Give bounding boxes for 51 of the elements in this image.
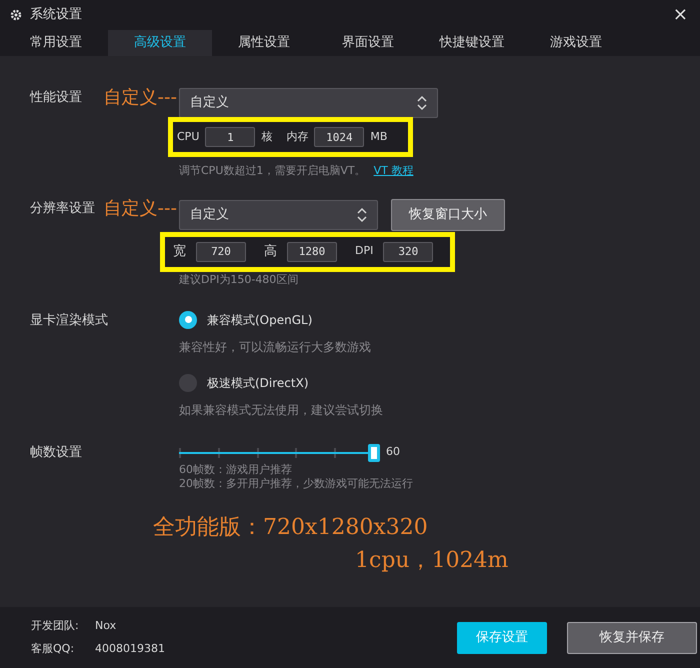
option-description: 兼容性好，可以流畅运行大多数游戏 bbox=[179, 338, 372, 356]
radio-option[interactable]: 兼容模式(OpenGL) bbox=[179, 310, 383, 328]
radio-option[interactable]: 极速模式(DirectX) bbox=[179, 374, 383, 392]
dropdown-select[interactable]: 自定义 bbox=[179, 88, 438, 118]
input-field[interactable]: 1280 bbox=[287, 242, 337, 262]
info-label: 开发团队: bbox=[31, 618, 80, 634]
field-label: CPU bbox=[177, 128, 200, 145]
window-title: 系统设置 bbox=[30, 6, 82, 24]
gear-icon bbox=[10, 9, 22, 21]
input-field[interactable]: 1 bbox=[205, 127, 256, 147]
field-label: 内存 bbox=[286, 128, 308, 145]
setting-label: 显卡渲染模式 bbox=[30, 312, 108, 330]
option-description: 如果兼容模式无法使用，建议尝试切换 bbox=[179, 402, 383, 418]
tab[interactable]: 快捷键设置 bbox=[420, 30, 524, 56]
info-value: 4008019381 bbox=[95, 640, 165, 656]
annotation-text: 1cpu，1024m bbox=[354, 546, 510, 574]
info-value: Nox bbox=[95, 618, 116, 634]
info-label: 客服QQ: bbox=[31, 640, 76, 656]
tab[interactable]: 游戏设置 bbox=[524, 30, 628, 56]
input-field[interactable]: 1024 bbox=[314, 127, 364, 147]
dropdown-select[interactable]: 自定义 bbox=[179, 200, 378, 230]
field-label: 高 bbox=[264, 242, 277, 261]
slider-thumb[interactable] bbox=[368, 444, 380, 462]
annotation-text: 自定义--- bbox=[104, 86, 178, 110]
hint-text: 60帧数：游戏用户推荐 bbox=[179, 462, 293, 476]
field-label: 宽 bbox=[173, 242, 186, 261]
restore-size-button[interactable]: 恢复窗口大小 bbox=[391, 198, 505, 230]
hint-text: 20帧数：多开用户推荐，少数游戏可能无法运行 bbox=[179, 476, 413, 490]
setting-label: 分辨率设置 bbox=[30, 200, 95, 218]
restore-save-button[interactable]: 恢复并保存 bbox=[567, 622, 697, 654]
annotation-text: 自定义--- bbox=[104, 196, 178, 220]
tab[interactable]: 界面设置 bbox=[316, 30, 420, 56]
setting-label: 帧数设置 bbox=[30, 444, 82, 462]
chevron-icon bbox=[357, 206, 367, 222]
field-label: DPI bbox=[355, 243, 374, 260]
close-button[interactable]: × bbox=[672, 6, 688, 24]
tab[interactable]: 高级设置 bbox=[108, 30, 212, 56]
hint-text: 建议DPI为150-480区间 bbox=[179, 272, 300, 286]
slider-value: 60 bbox=[386, 444, 400, 460]
setting-label: 性能设置 bbox=[30, 89, 82, 107]
tab[interactable]: 常用设置 bbox=[4, 30, 108, 56]
tab[interactable]: 属性设置 bbox=[212, 30, 316, 56]
hint-text: 调节CPU数超过1，需要开启电脑VT。 bbox=[179, 163, 366, 179]
input-field[interactable]: 320 bbox=[383, 242, 434, 262]
unit-label: 核 bbox=[261, 128, 272, 145]
slider-track[interactable] bbox=[179, 442, 379, 462]
input-field[interactable]: 720 bbox=[196, 242, 246, 262]
tutorial-link[interactable]: VT 教程 bbox=[374, 163, 414, 180]
chevron-icon bbox=[417, 95, 427, 111]
unit-label: MB bbox=[370, 128, 388, 145]
annotation-text: 全功能版：720x1280x320 bbox=[152, 514, 429, 542]
